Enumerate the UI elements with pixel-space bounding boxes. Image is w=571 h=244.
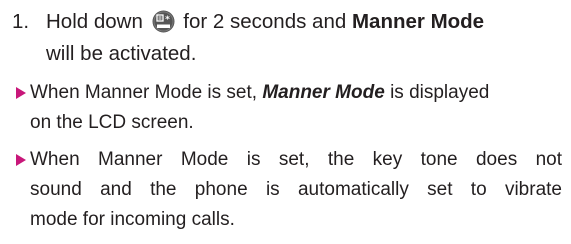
manual-page: 1. Hold down * for 2 seconds and Manner … bbox=[0, 0, 571, 244]
svg-text:*: * bbox=[165, 15, 170, 25]
bullet-1-text-after: is displayed bbox=[390, 82, 490, 103]
bullet-arrow-icon bbox=[16, 154, 26, 166]
bullet-2-line-3: mode for incoming calls. bbox=[30, 209, 235, 230]
manner-mode-display-term: Manner Mode bbox=[262, 82, 385, 103]
bullet-1-line-1: When Manner Mode is set, Manner Mode is … bbox=[30, 78, 489, 107]
step-text-after: for 2 seconds and bbox=[183, 10, 347, 33]
bullet-1-line-2: on the LCD screen. bbox=[30, 112, 194, 133]
bullet-2-line-1: When Manner Mode is set, the key tone do… bbox=[30, 149, 562, 170]
manner-mode-term: Manner Mode bbox=[351, 10, 485, 33]
step-1-line-2: will be activated. bbox=[46, 42, 197, 65]
step-1-line-1: Hold down * for 2 seconds and Manner Mod… bbox=[46, 6, 484, 37]
bullet-2-line-2: sound and the phone is automatically set… bbox=[30, 179, 562, 200]
step-text-before: Hold down bbox=[46, 10, 143, 33]
step-number: 1. bbox=[12, 10, 30, 33]
shift-star-key-icon: * bbox=[152, 10, 175, 33]
bullet-arrow-icon bbox=[16, 87, 26, 99]
bullet-1-text-before: When Manner Mode is set, bbox=[30, 82, 258, 103]
